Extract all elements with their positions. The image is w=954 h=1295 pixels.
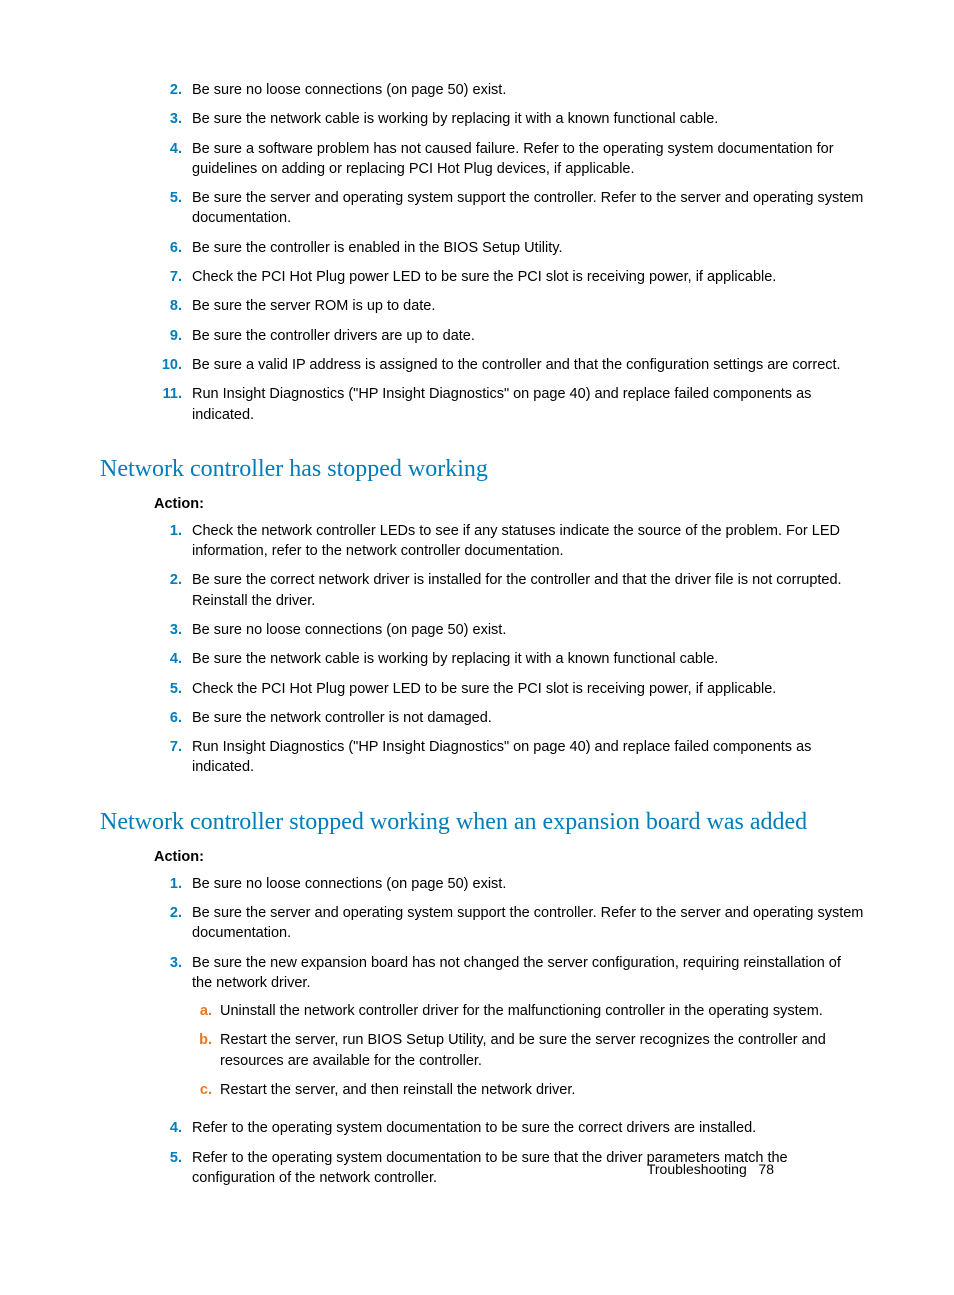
list-marker: 2. xyxy=(154,903,182,923)
list-item-text: Be sure the correct network driver is in… xyxy=(192,570,864,611)
list-marker: 5. xyxy=(154,188,182,208)
sublist-item-text: Uninstall the network controller driver … xyxy=(220,1001,864,1021)
action-label: Action: xyxy=(154,494,864,514)
list-item-text: Be sure the network controller is not da… xyxy=(192,708,864,728)
sublist-item: b. Restart the server, run BIOS Setup Uti… xyxy=(192,1030,864,1071)
list-marker: 6. xyxy=(154,238,182,258)
ordered-list-section-1: 2. Be sure no loose connections (on page … xyxy=(154,80,864,425)
list-item: 4. Be sure the network cable is working b… xyxy=(154,649,864,669)
sublist-marker: b. xyxy=(192,1030,212,1050)
list-item: 6. Be sure the controller is enabled in t… xyxy=(154,238,864,258)
sublist-item: a. Uninstall the network controller drive… xyxy=(192,1001,864,1021)
list-item: 9. Be sure the controller drivers are up … xyxy=(154,326,864,346)
list-item-text: Run Insight Diagnostics ("HP Insight Dia… xyxy=(192,384,864,425)
sublist-item-text: Restart the server, and then reinstall t… xyxy=(220,1080,864,1100)
list-item-text: Be sure the server ROM is up to date. xyxy=(192,296,864,316)
list-marker: 1. xyxy=(154,874,182,894)
list-item-text: Be sure a valid IP address is assigned t… xyxy=(192,355,864,375)
list-marker: 2. xyxy=(154,570,182,590)
ordered-sublist: a. Uninstall the network controller drive… xyxy=(192,1001,864,1100)
heading-stopped-working: Network controller has stopped working xyxy=(100,453,864,487)
list-item-text: Check the network controller LEDs to see… xyxy=(192,521,864,562)
footer-section-name: Troubleshooting xyxy=(647,1161,747,1177)
list-marker: 8. xyxy=(154,296,182,316)
list-item: 1. Be sure no loose connections (on page … xyxy=(154,874,864,894)
list-marker: 3. xyxy=(154,109,182,129)
list-item-text: Be sure the network cable is working by … xyxy=(192,649,864,669)
list-item: 4. Refer to the operating system document… xyxy=(154,1118,864,1138)
list-marker: 1. xyxy=(154,521,182,541)
list-item: 6. Be sure the network controller is not … xyxy=(154,708,864,728)
list-item-text: Be sure the server and operating system … xyxy=(192,188,864,229)
list-marker: 4. xyxy=(154,649,182,669)
list-item: 7. Check the PCI Hot Plug power LED to be… xyxy=(154,267,864,287)
list-item: 2. Be sure no loose connections (on page … xyxy=(154,80,864,100)
list-item-text: Check the PCI Hot Plug power LED to be s… xyxy=(192,679,864,699)
list-marker: 9. xyxy=(154,326,182,346)
list-item-text: Be sure no loose connections (on page 50… xyxy=(192,874,864,894)
list-item: 4. Be sure a software problem has not cau… xyxy=(154,139,864,180)
list-item: 5. Check the PCI Hot Plug power LED to be… xyxy=(154,679,864,699)
list-marker: 5. xyxy=(154,679,182,699)
list-item-text: Be sure no loose connections (on page 50… xyxy=(192,620,864,640)
list-item: 3. Be sure the network cable is working b… xyxy=(154,109,864,129)
sublist-item-text: Restart the server, run BIOS Setup Utili… xyxy=(220,1030,864,1071)
action-label: Action: xyxy=(154,847,864,867)
ordered-list-section-2: 1. Check the network controller LEDs to s… xyxy=(154,521,864,778)
list-item-text: Be sure the server and operating system … xyxy=(192,903,864,944)
list-item: 2. Be sure the server and operating syste… xyxy=(154,903,864,944)
list-item-text: Be sure the controller drivers are up to… xyxy=(192,326,864,346)
list-marker: 4. xyxy=(154,1118,182,1138)
list-item: 11. Run Insight Diagnostics ("HP Insight … xyxy=(154,384,864,425)
list-item: 5. Be sure the server and operating syste… xyxy=(154,188,864,229)
list-item-text: Check the PCI Hot Plug power LED to be s… xyxy=(192,267,864,287)
list-item: 2. Be sure the correct network driver is … xyxy=(154,570,864,611)
list-marker: 2. xyxy=(154,80,182,100)
list-item-text: Refer to the operating system documentat… xyxy=(192,1118,864,1138)
list-item: 1. Check the network controller LEDs to s… xyxy=(154,521,864,562)
list-item-text: Be sure the network cable is working by … xyxy=(192,109,864,129)
page: 2. Be sure no loose connections (on page … xyxy=(100,80,864,1235)
list-item: 3. Be sure the new expansion board has no… xyxy=(154,953,864,1110)
list-marker: 7. xyxy=(154,267,182,287)
list-marker: 3. xyxy=(154,620,182,640)
sublist-item: c. Restart the server, and then reinstall… xyxy=(192,1080,864,1100)
page-footer: Troubleshooting 78 xyxy=(647,1160,774,1180)
list-marker: 5. xyxy=(154,1148,182,1168)
list-marker: 7. xyxy=(154,737,182,757)
list-marker: 4. xyxy=(154,139,182,159)
sublist-marker: c. xyxy=(192,1080,212,1100)
list-item: 8. Be sure the server ROM is up to date. xyxy=(154,296,864,316)
list-marker: 3. xyxy=(154,953,182,973)
list-item-text: Be sure a software problem has not cause… xyxy=(192,139,864,180)
list-marker: 10. xyxy=(154,355,182,375)
list-item: 10. Be sure a valid IP address is assigne… xyxy=(154,355,864,375)
heading-expansion-board: Network controller stopped working when … xyxy=(100,806,864,840)
list-item-text: Be sure the controller is enabled in the… xyxy=(192,238,864,258)
list-item-text: Be sure no loose connections (on page 50… xyxy=(192,80,864,100)
ordered-list-section-3: 1. Be sure no loose connections (on page … xyxy=(154,874,864,1189)
footer-page-number: 78 xyxy=(758,1161,774,1177)
list-marker: 6. xyxy=(154,708,182,728)
list-item-text: Run Insight Diagnostics ("HP Insight Dia… xyxy=(192,737,864,778)
list-item: 3. Be sure no loose connections (on page … xyxy=(154,620,864,640)
list-item: 7. Run Insight Diagnostics ("HP Insight D… xyxy=(154,737,864,778)
sublist-marker: a. xyxy=(192,1001,212,1021)
list-item-text: Be sure the new expansion board has not … xyxy=(192,953,864,1110)
list-marker: 11. xyxy=(154,384,182,404)
